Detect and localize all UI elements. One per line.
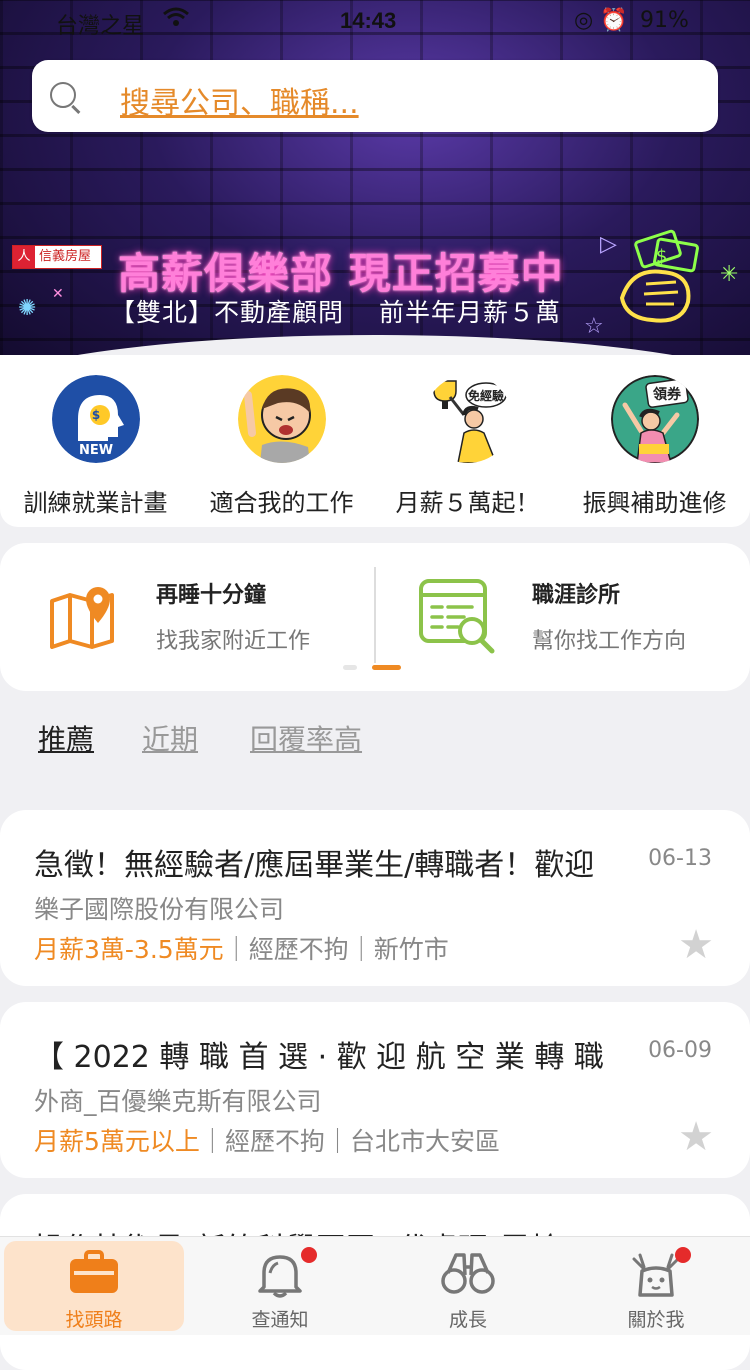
category-label: 訓練就業計畫 (23, 489, 168, 517)
carousel-dot[interactable] (450, 345, 466, 351)
carousel-dot[interactable] (522, 345, 538, 351)
sponsor-name: 信義房屋 (39, 249, 92, 264)
briefcase-icon (70, 1250, 118, 1293)
job-experience: 經歷不拘 (248, 935, 349, 964)
carousel-dot[interactable] (260, 345, 276, 351)
banner-title: 高薪俱樂部 現正招募中 (118, 249, 564, 298)
job-company: 外商_百優樂克斯有限公司 (34, 1087, 322, 1116)
tab-label: 查通知 (251, 1309, 309, 1331)
sinyi-logo-icon: 人 (13, 246, 35, 268)
hero-banner[interactable]: 台灣之星 14:43 ◎ ⏰ 91% 搜尋公司、職稱... 人信義房屋 高薪俱樂… (0, 0, 750, 375)
job-card[interactable]: 急徵！無經驗者/應屆畢業生/轉職者！歡迎 06-13 樂子國際股份有限公司 月薪… (0, 810, 750, 986)
tab-label: 關於我 (627, 1309, 685, 1331)
job-title[interactable]: 【 2022 轉 職 首 選 · 歡 迎 航 空 業 轉 職 (34, 1032, 614, 1076)
tab-growth[interactable]: 成長 (378, 1241, 558, 1331)
tab-label: 找頭路 (65, 1309, 123, 1331)
favorite-star-icon[interactable]: ★ (678, 922, 714, 968)
coupon-badge: 領券 (653, 386, 682, 403)
alarm-icon: ◎ ⏰ (574, 8, 628, 33)
feature-carousel[interactable]: 再睡十分鐘 找我家附近工作 職涯診所 幫你找工作方向 (0, 543, 750, 691)
job-company: 樂子國際股份有限公司 (34, 895, 285, 924)
tab-notifications[interactable]: 查通知 (190, 1241, 370, 1331)
job-date: 06-13 (648, 846, 712, 871)
category-label: 振興補助進修 (582, 489, 727, 517)
map-pin-icon (50, 587, 114, 649)
card-divider (374, 567, 376, 663)
search-input[interactable]: 搜尋公司、職稱... (120, 78, 359, 122)
card-page-dot[interactable] (343, 665, 357, 670)
no-experience-badge: 免經驗 (467, 388, 503, 403)
bottom-tab-bar: 找頭路 查通知 成長 關於我 (0, 1236, 750, 1335)
banner-subtitle: 【雙北】不動產顧問 前半年月薪５萬 (110, 298, 561, 327)
status-bar: 台灣之星 14:43 ◎ ⏰ 91% (0, 6, 750, 39)
job-meta: 月薪5萬元以上｜經歷不拘｜台北市大安區 (34, 1127, 500, 1156)
svg-text:$: $ (91, 408, 99, 422)
carousel-dot[interactable] (224, 345, 240, 351)
carousel-dot[interactable] (342, 345, 358, 351)
svg-text:$: $ (656, 246, 667, 267)
new-badge: NEW (78, 443, 112, 458)
job-location: 新竹市 (373, 935, 449, 964)
category-row: $ NEW 訓練就業計畫 適合我的工作 免經驗 月薪５萬起！ 領券 振興補助進修 (0, 355, 750, 527)
search-bar[interactable]: 搜尋公司、職稱... (32, 60, 718, 132)
job-title[interactable]: 急徵！無經驗者/應屆畢業生/轉職者！歡迎 (34, 840, 614, 884)
category-label: 月薪５萬起！ (395, 489, 540, 517)
tab-recent[interactable]: 近期 (142, 718, 198, 758)
star-outline-icon: ☆ (584, 314, 604, 339)
sponsor-logo: 人信義房屋 (12, 245, 102, 269)
carousel-pagination[interactable] (224, 345, 538, 351)
sparkle-icon: ✕ (52, 286, 64, 302)
job-salary: 月薪5萬元以上 (34, 1127, 200, 1156)
tab-recommended[interactable]: 推薦 (38, 718, 94, 758)
carousel-dot[interactable] (414, 345, 430, 351)
feature-title: 職涯診所 (532, 583, 621, 608)
job-experience: 經歷不拘 (224, 1127, 325, 1156)
trophy-person-icon: 免經驗 (432, 380, 507, 464)
binoculars-icon (441, 1253, 495, 1294)
tab-high-response[interactable]: 回覆率高 (250, 718, 362, 758)
cartoon-person-icon (237, 375, 326, 463)
feature-title: 再睡十分鐘 (156, 583, 267, 608)
job-card[interactable]: 【 2022 轉 職 首 選 · 歡 迎 航 空 業 轉 職 06-09 外商_… (0, 1002, 750, 1178)
wifi-icon (162, 6, 190, 34)
job-location: 台北市大安區 (349, 1127, 500, 1156)
feature-career-clinic[interactable]: 職涯診所 幫你找工作方向 (532, 577, 686, 655)
tab-label: 成長 (448, 1309, 487, 1331)
document-search-icon (419, 579, 495, 654)
training-new-icon: $ NEW (51, 375, 140, 463)
carousel-dot[interactable] (378, 345, 394, 351)
clock: 14:43 (340, 8, 397, 33)
tab-find-job[interactable]: 找頭路 (4, 1241, 184, 1331)
feature-subtitle: 幫你找工作方向 (532, 629, 687, 654)
category-training[interactable]: $ NEW 訓練就業計畫 (2, 375, 189, 518)
favorite-star-icon[interactable]: ★ (678, 1114, 714, 1160)
feature-subtitle: 找我家附近工作 (156, 629, 311, 654)
tab-about-me[interactable]: 關於我 (566, 1241, 746, 1331)
job-salary: 月薪3萬-3.5萬元 (34, 935, 224, 964)
sparkle-icon: ✺ (18, 296, 37, 321)
coupon-person-icon: 領券 (610, 375, 699, 464)
carousel-dot-active[interactable] (296, 345, 322, 351)
category-label: 適合我的工作 (209, 489, 354, 517)
notification-dot (301, 1247, 317, 1263)
sparkle-icon: ✳ (720, 262, 739, 287)
job-date: 06-09 (648, 1038, 712, 1063)
money-hand-icon: $ (619, 229, 699, 323)
search-icon (50, 82, 76, 108)
category-high-salary[interactable]: 免經驗 月薪５萬起！ (374, 375, 561, 518)
battery-label: 91% (640, 8, 689, 33)
carousel-dot[interactable] (486, 345, 502, 351)
notification-dot (675, 1247, 691, 1263)
category-subsidy[interactable]: 領券 振興補助進修 (561, 375, 748, 518)
card-page-dot-active[interactable] (372, 665, 401, 670)
category-suitable-jobs[interactable]: 適合我的工作 (188, 375, 375, 518)
feature-nearby[interactable]: 再睡十分鐘 找我家附近工作 (156, 577, 310, 655)
carrier-label: 台灣之星 (56, 14, 145, 39)
job-meta: 月薪3萬-3.5萬元｜經歷不拘｜新竹市 (34, 935, 449, 964)
